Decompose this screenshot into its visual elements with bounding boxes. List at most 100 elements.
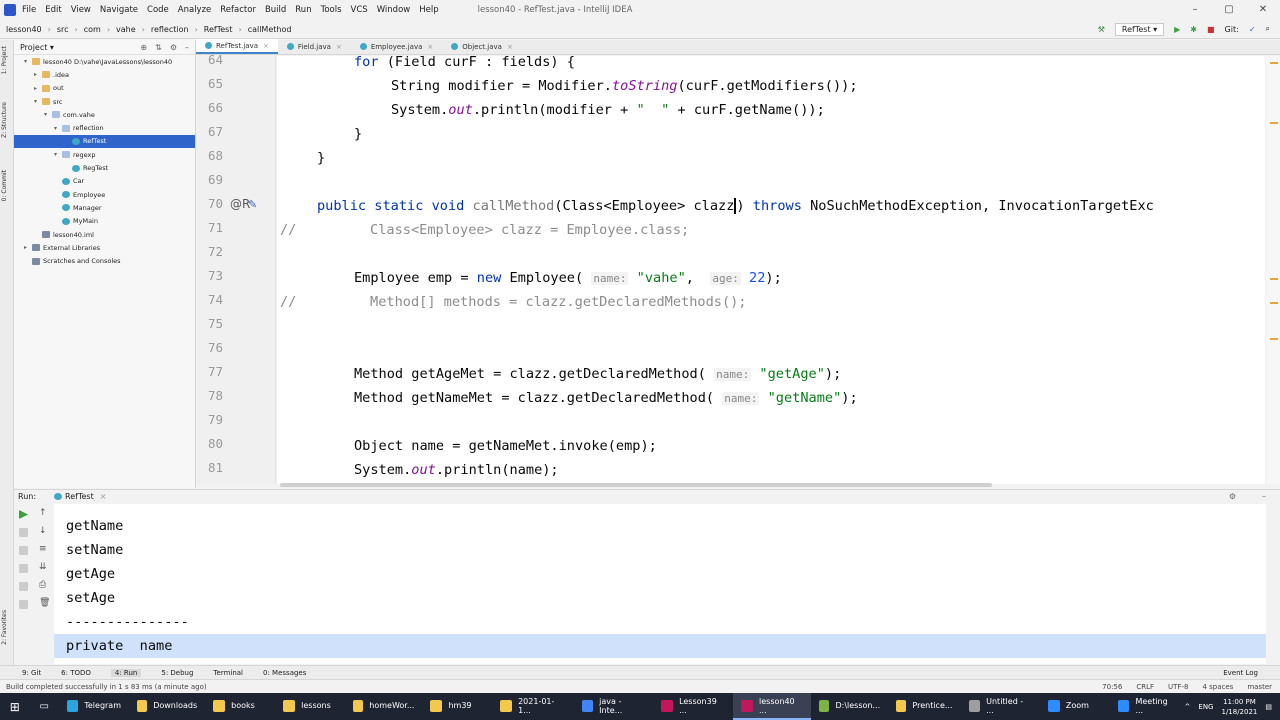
menu-build[interactable]: Build [265,5,286,15]
warning-mark[interactable] [1270,62,1278,64]
breadcrumb-item[interactable]: vahe › [116,25,145,34]
expand-arrow-icon[interactable]: ▾ [24,58,32,65]
run-config-tab[interactable]: RefTest × [54,492,106,501]
file-encoding[interactable]: UTF-8 [1168,683,1188,691]
taskbar-app[interactable]: books [205,693,275,720]
editor-tab[interactable]: Field.java × [278,39,351,54]
taskbar-app[interactable]: lessons [275,693,345,720]
minimize-button[interactable]: – [1178,0,1212,20]
notifications-icon[interactable]: ▤ [1265,703,1272,711]
tree-item[interactable]: ▸ .idea [14,68,195,81]
horizontal-scrollbar[interactable] [280,483,992,487]
editor-tab[interactable]: Object.java × [442,39,522,54]
pin-icon[interactable] [19,600,28,609]
restore-layout-icon[interactable] [19,546,28,555]
expand-arrow-icon[interactable]: ▾ [54,125,62,132]
taskbar-app[interactable]: 2021-01-1... [492,693,573,720]
stop-icon[interactable]: ■ [1207,25,1215,34]
menu-run[interactable]: Run [295,5,311,15]
warning-mark[interactable] [1270,122,1278,124]
taskbar-app[interactable]: lesson40 ... [733,693,812,720]
messages-tool-tab[interactable]: 0: Messages [263,669,306,677]
close-button[interactable]: ✕ [1246,0,1280,20]
todo-tool-tab[interactable]: 6: TODO [61,669,91,677]
event-log-tab[interactable]: Event Log [1223,669,1258,677]
menu-edit[interactable]: Edit [45,5,61,15]
git-update-icon[interactable]: ✓ [1249,25,1256,34]
tree-item[interactable]: ▾ reflection [14,121,195,134]
tree-item[interactable]: Scratches and Consoles [14,254,195,267]
tree-item[interactable]: ▸ External Libraries [14,241,195,254]
terminal-tool-tab[interactable]: Terminal [213,669,243,677]
debug-icon[interactable]: ✱ [1190,25,1197,34]
indent-setting[interactable]: 4 spaces [1202,683,1233,691]
breadcrumb-item[interactable]: com › [84,25,110,34]
menu-view[interactable]: View [71,5,91,15]
tree-item[interactable]: RefTest [14,134,195,149]
language-indicator[interactable]: ENG [1198,703,1213,711]
tray-chevron-icon[interactable]: ^ [1185,703,1191,711]
search-icon[interactable]: ⌕ [1266,24,1270,34]
taskbar-app[interactable]: Downloads [129,693,205,720]
gear-icon[interactable]: ⚙ [1229,492,1236,501]
tree-item[interactable]: Car [14,175,195,188]
build-hammer-icon[interactable]: ⚒ [1098,25,1105,34]
project-panel-title[interactable]: Project ▾ [20,43,54,52]
collapse-icon[interactable]: ⇅ [155,43,162,52]
taskbar-app[interactable]: homeWor... [345,693,422,720]
taskbar-app[interactable]: Telegram [59,693,129,720]
scroll-down-icon[interactable]: ↓ [39,526,47,536]
trash-icon[interactable]: 🗑 [39,598,50,608]
print-icon[interactable]: ⎙ [39,580,46,590]
task-view-icon[interactable]: ▭ [30,701,60,712]
menu-file[interactable]: File [22,5,36,15]
hide-icon[interactable]: – [185,43,189,52]
taskbar-app[interactable]: Zoom [1040,693,1110,720]
locate-icon[interactable]: ⊕ [140,43,147,52]
tree-item[interactable]: ▾ lesson40 D:\vahe\JavaLessons\lesson40 [14,55,195,68]
taskbar-app[interactable]: D:\lesson... [811,693,888,720]
git-tool-tab[interactable]: 9: Git [22,669,41,677]
warning-mark[interactable] [1270,278,1278,280]
breadcrumb-item[interactable]: callMethod [248,25,292,34]
git-branch[interactable]: master [1247,683,1272,691]
close-tab-icon[interactable]: × [263,42,269,50]
settings-icon[interactable] [19,564,28,573]
taskbar-app[interactable]: Lesson39 ... [653,693,733,720]
menu-refactor[interactable]: Refactor [220,5,256,15]
favorites-tool-tab[interactable]: 2: Favorites [1,610,13,645]
menu-navigate[interactable]: Navigate [100,5,138,15]
menu-analyze[interactable]: Analyze [178,5,212,15]
menu-help[interactable]: Help [419,5,438,15]
tree-item[interactable]: lesson40.iml [14,228,195,241]
rerun-icon[interactable] [19,510,28,519]
breadcrumb-item[interactable]: lesson40 › [6,25,51,34]
close-tab-icon[interactable]: × [100,492,107,501]
debug-tool-tab[interactable]: 5: Debug [161,669,193,677]
maximize-button[interactable]: ▢ [1212,0,1246,20]
tree-item[interactable]: ▾ regexp [14,148,195,161]
breadcrumb-item[interactable]: reflection › [151,25,198,34]
breadcrumb-item[interactable]: RefTest › [204,25,242,34]
menu-window[interactable]: Window [377,5,411,15]
exit-icon[interactable] [19,582,28,591]
run-tool-tab[interactable]: 4: Run [110,668,142,677]
expand-arrow-icon[interactable]: ▸ [24,244,32,251]
run-config-select[interactable]: RefTest ▾ [1114,22,1165,36]
close-tab-icon[interactable]: × [336,43,342,51]
taskbar-app[interactable]: Meeting ... [1110,693,1185,720]
taskbar-app[interactable]: Prentice... [888,693,960,720]
status-message[interactable]: Build completed successfully in 1 s 83 m… [6,683,207,691]
project-tool-tab[interactable]: 1: Project [1,46,13,74]
commit-tool-tab[interactable]: 0: Commit [1,170,13,201]
line-separator[interactable]: CRLF [1136,683,1154,691]
tree-item[interactable]: ▾ com.vahe [14,108,195,121]
tree-item[interactable]: ▸ out [14,82,195,95]
tree-item[interactable]: Employee [14,188,195,201]
tree-item[interactable]: ▾ src [14,95,195,108]
run-icon[interactable]: ▶ [1174,25,1180,34]
menu-vcs[interactable]: VCS [351,5,368,15]
structure-tool-tab[interactable]: Z: Structure [1,102,13,138]
scroll-end-icon[interactable]: ⇊ [39,562,47,572]
gear-icon[interactable]: ⚙ [170,43,177,52]
